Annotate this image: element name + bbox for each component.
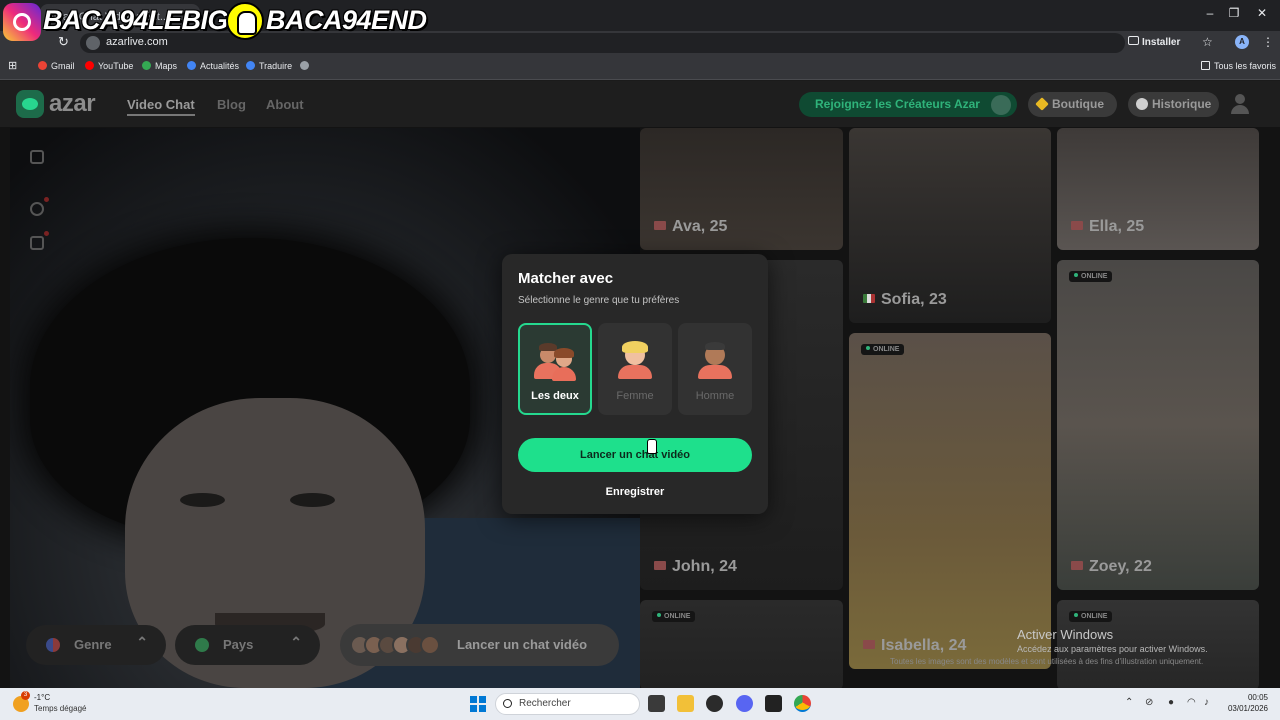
option-both[interactable]: Les deux (518, 323, 592, 415)
discord-icon[interactable] (736, 695, 753, 712)
minimize-icon[interactable]: – (1200, 6, 1220, 20)
activate-windows-title: Activer Windows (1017, 627, 1114, 642)
activate-windows-subtitle: Accédez aux paramètres pour activer Wind… (1017, 644, 1208, 654)
all-bookmarks[interactable]: Tous les favoris (1201, 61, 1276, 71)
bookmark-star-icon[interactable]: ☆ (1202, 35, 1213, 49)
save-link[interactable]: Enregistrer (502, 486, 768, 498)
snapchat-icon (226, 2, 264, 40)
globe-icon (195, 638, 209, 652)
azar-logo-icon[interactable] (16, 90, 44, 118)
history-button[interactable]: Historique (1128, 92, 1219, 117)
chrome-icon[interactable] (794, 695, 811, 712)
screen: Azar: Chat Vidéo aléat... ✕ – ❐ ✕ ↻ azar… (0, 0, 1280, 720)
option-label: Femme (616, 390, 654, 402)
expand-icon[interactable] (30, 150, 44, 164)
shop-button[interactable]: Boutique (1028, 92, 1117, 117)
launch-video-chat-button[interactable]: Lancer un chat vidéo (518, 438, 752, 472)
bookmarks-bar: ⊞ Gmail YouTube Maps Actualités Traduire… (0, 55, 1280, 80)
nav-about[interactable]: About (266, 97, 304, 112)
maps-icon (142, 61, 151, 70)
azar-logo[interactable]: azar (49, 90, 96, 118)
file-explorer-icon[interactable] (677, 695, 694, 712)
match-preference-dialog: Matcher avec Sélectionne le genre que tu… (502, 254, 768, 514)
site-header: azar Video Chat Blog About Rejoignez les… (0, 81, 1280, 127)
user-account-icon[interactable] (1231, 94, 1249, 114)
profile-card[interactable]: ONLINE Zoey, 22 (1057, 260, 1259, 590)
option-label: Homme (695, 390, 735, 402)
profile-card[interactable]: Sofia, 23 (849, 128, 1051, 323)
search-icon (503, 699, 512, 708)
effects-icon[interactable] (30, 202, 44, 216)
microphone-icon[interactable]: ● (1168, 697, 1174, 708)
windows-taskbar: 3 -1°C Temps dégagé Rechercher ⌃ ⊘ ● ◠ ♪… (0, 688, 1280, 720)
system-clock[interactable]: 00:05 03/01/2026 (1226, 692, 1268, 714)
menu-kebab-icon[interactable]: ⋮ (1262, 35, 1274, 49)
bookmark-youtube[interactable]: YouTube (85, 61, 133, 71)
bookmark-maps[interactable]: Maps (142, 61, 177, 71)
news-icon (187, 61, 196, 70)
online-badge: ONLINE (652, 611, 696, 622)
taskbar-search-input[interactable]: Rechercher (495, 693, 640, 715)
chevron-up-icon: ⌃ (136, 634, 148, 650)
show-hidden-icons-icon[interactable]: ⌃ (1125, 697, 1133, 708)
windows-start-icon[interactable] (470, 696, 486, 712)
epic-games-icon[interactable] (765, 695, 782, 712)
bookmark-globe-icon[interactable] (300, 61, 309, 71)
join-creators-button[interactable]: Rejoignez les Créateurs Azar (799, 92, 1017, 117)
reload-icon[interactable]: ↻ (58, 34, 69, 50)
folder-icon (1201, 61, 1210, 70)
nav-blog[interactable]: Blog (217, 97, 246, 112)
profile-card[interactable]: Ava, 25 (640, 128, 843, 250)
apps-grid-icon[interactable]: ⊞ (8, 59, 17, 72)
bookmark-traduire[interactable]: Traduire (246, 61, 292, 71)
instagram-icon (3, 3, 41, 41)
youtube-icon (85, 61, 94, 70)
close-window-icon[interactable]: ✕ (1252, 6, 1272, 20)
bookmark-actualites[interactable]: Actualités (187, 61, 239, 71)
dialog-subtitle: Sélectionne le genre que tu préfères (518, 295, 680, 306)
weather-description[interactable]: Temps dégagé (34, 704, 86, 713)
profile-avatar[interactable]: A (1235, 35, 1249, 49)
volume-icon[interactable]: ♪ (1204, 697, 1209, 708)
weather-temperature[interactable]: -1°C (34, 693, 50, 702)
weather-badge: 3 (21, 691, 30, 700)
url-text: azarlive.com (106, 36, 168, 48)
maximize-icon[interactable]: ❐ (1224, 6, 1244, 20)
country-filter-button[interactable]: Pays ⌃ (175, 625, 320, 665)
gmail-icon (38, 61, 47, 70)
globe-icon (991, 95, 1011, 115)
clock-icon (1136, 98, 1148, 110)
task-view-icon[interactable] (648, 695, 665, 712)
online-badge: ONLINE (1069, 271, 1113, 282)
site-info-icon[interactable] (86, 36, 100, 50)
profile-card[interactable]: Ella, 25 (1057, 128, 1259, 250)
effects-notification-dot (44, 197, 49, 202)
filter-notification-dot (44, 231, 49, 236)
illustration-disclaimer: Toutes les images sont des modèles et so… (890, 657, 1204, 666)
gender-icon (46, 638, 60, 652)
wifi-icon[interactable]: ◠ (1187, 697, 1196, 708)
obs-icon[interactable] (706, 695, 723, 712)
instagram-handle: BACA94LEBIG (43, 5, 229, 35)
gender-filter-button[interactable]: Genre ⌃ (26, 625, 166, 665)
gem-icon (1035, 97, 1049, 111)
chevron-up-icon: ⌃ (290, 634, 302, 650)
snapchat-handle: BACA94END (266, 5, 427, 35)
filter-face-icon[interactable] (30, 236, 44, 250)
translate-icon (246, 61, 255, 70)
network-off-icon[interactable]: ⊘ (1145, 697, 1153, 708)
profile-card[interactable]: ONLINE (640, 600, 843, 688)
option-male[interactable]: Homme (678, 323, 752, 415)
bookmark-gmail[interactable]: Gmail (38, 61, 75, 71)
profile-card[interactable]: ONLINE Isabella, 24 (849, 333, 1051, 669)
online-badge: ONLINE (861, 344, 905, 355)
install-button[interactable]: Installer (1142, 37, 1180, 48)
install-app-icon[interactable] (1128, 36, 1139, 45)
option-label: Les deux (531, 390, 579, 402)
nav-video-chat[interactable]: Video Chat (127, 97, 195, 116)
option-female[interactable]: Femme (598, 323, 672, 415)
launch-video-chat-bottom-button[interactable]: Lancer un chat vidéo (340, 624, 619, 666)
online-badge: ONLINE (1069, 611, 1113, 622)
dialog-title: Matcher avec (518, 270, 614, 287)
